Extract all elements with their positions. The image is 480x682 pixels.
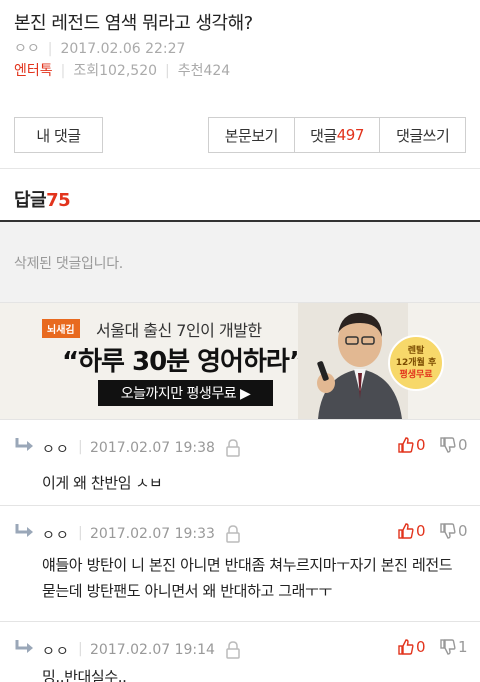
downvote-count: 1 — [458, 638, 468, 656]
post-stats: 엔터톡 | 조회102,520 | 추천424 — [14, 62, 466, 80]
comment-text: 이게 왜 찬반임 ㅅㅂ — [42, 474, 163, 492]
view-post-button[interactable]: 본문보기 — [209, 118, 295, 152]
reply-arrow-icon — [15, 640, 33, 653]
upvote-count: 0 — [416, 522, 426, 540]
separator: | — [165, 63, 170, 79]
replies-count: 75 — [46, 190, 71, 211]
ad-sticker-line2: 12개월 후 — [395, 358, 437, 368]
deleted-comment-text: 삭제된 댓글입니다. — [14, 256, 123, 272]
downvote-button[interactable]: 0 — [440, 522, 468, 540]
comments-button[interactable]: 댓글 497 — [295, 118, 381, 152]
comments-label: 댓글 — [310, 126, 337, 145]
comments-count: 497 — [336, 126, 365, 144]
comment-toolbar: 내 댓글 본문보기 댓글 497 댓글쓰기 — [14, 117, 466, 153]
lock-icon[interactable] — [226, 641, 240, 659]
post-category[interactable]: 엔터톡 — [14, 62, 53, 80]
comment-text: 얘들아 방탄이 니 본진 아니면 반대좀 쳐누르지마ㅜ자기 본진 레전드 묻는데… — [42, 556, 453, 600]
deleted-comment: 삭제된 댓글입니다. — [0, 222, 480, 303]
comment-item: ㅇㅇ | 2017.02.07 19:38 0 0 이게 왜 찬반임 ㅅㅂ — [0, 419, 480, 505]
reply-arrow-icon — [15, 524, 33, 537]
thumbs-down-icon — [440, 437, 456, 453]
replies-label: 답글 — [14, 190, 47, 211]
post-views: 조회102,520 — [73, 63, 158, 79]
comment-item: ㅇㅇ | 2017.02.07 19:33 0 0 얘들아 방탄이 니 본진 아… — [0, 505, 480, 621]
comment-text: 밍..반대실수.. — [42, 668, 127, 682]
comment-author: ㅇㅇ — [42, 644, 70, 660]
upvote-count: 0 — [416, 436, 426, 454]
ad-slogan: “하루 30분 영어하라” — [62, 347, 306, 377]
ad-brand-badge: 뇌새김 — [42, 319, 80, 338]
upvote-button[interactable]: 0 — [398, 436, 426, 454]
replies-heading: 답글75 — [14, 186, 71, 212]
ad-cta-button[interactable]: 오늘까지만 평생무료 ▶ — [98, 380, 273, 406]
divider — [0, 168, 480, 169]
thumbs-up-icon — [398, 437, 414, 453]
write-comment-button[interactable]: 댓글쓰기 — [380, 118, 465, 152]
comment-date: 2017.02.07 19:33 — [90, 526, 215, 542]
downvote-button[interactable]: 0 — [440, 436, 468, 454]
downvote-button[interactable]: 1 — [440, 638, 468, 656]
post-author: ㅇㅇ — [14, 41, 40, 57]
lock-icon[interactable] — [226, 439, 240, 457]
post-title: 본진 레전드 염색 뭐라고 생각해? — [14, 13, 253, 34]
my-comments-button[interactable]: 내 댓글 — [14, 117, 103, 153]
thumbs-down-icon — [440, 523, 456, 539]
downvote-count: 0 — [458, 522, 468, 540]
ad-sticker-line3: 평생무료 — [399, 370, 433, 380]
reply-arrow-icon — [15, 438, 33, 451]
thumbs-up-icon — [398, 523, 414, 539]
ad-sticker-line1: 렌탈 — [407, 346, 425, 356]
post-header: 본진 레전드 염색 뭐라고 생각해? ㅇㅇ | 2017.02.06 22:27… — [0, 0, 480, 80]
upvote-count: 0 — [416, 638, 426, 656]
lock-icon[interactable] — [226, 525, 240, 543]
post-recommends: 추천424 — [177, 63, 231, 79]
separator: | — [78, 525, 83, 541]
comment-author: ㅇㅇ — [42, 442, 70, 458]
ad-headline: 서울대 출신 7인이 개발한 — [96, 321, 262, 340]
separator: | — [60, 63, 66, 79]
comment-date: 2017.02.07 19:14 — [90, 642, 215, 658]
thumbs-down-icon — [440, 639, 456, 655]
comment-actions-group: 본문보기 댓글 497 댓글쓰기 — [208, 117, 466, 153]
upvote-button[interactable]: 0 — [398, 522, 426, 540]
thumbs-up-icon — [398, 639, 414, 655]
ad-rental-sticker: 렌탈 12개월 후 평생무료 — [388, 335, 444, 391]
comment-date: 2017.02.07 19:38 — [90, 440, 215, 456]
comment-item: ㅇㅇ | 2017.02.07 19:14 0 1 밍..반대실수.. — [0, 621, 480, 682]
comment-author: ㅇㅇ — [42, 528, 70, 544]
post-datetime: 2017.02.06 22:27 — [60, 41, 186, 57]
ad-banner[interactable]: 뇌새김 서울대 출신 7인이 개발한 “하루 30분 영어하라” 오늘까지만 평… — [0, 303, 480, 419]
separator: | — [78, 641, 83, 657]
separator: | — [78, 439, 83, 455]
separator: | — [47, 41, 53, 57]
downvote-count: 0 — [458, 436, 468, 454]
upvote-button[interactable]: 0 — [398, 638, 426, 656]
post-meta: ㅇㅇ | 2017.02.06 22:27 — [14, 40, 466, 58]
